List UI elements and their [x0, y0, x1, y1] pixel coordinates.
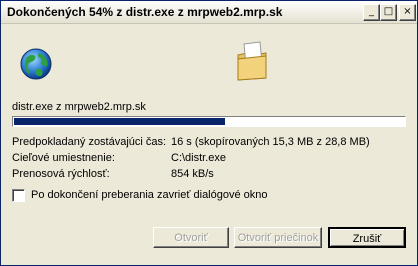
close-window-button[interactable]: × [399, 4, 416, 21]
transfer-rate-label: Prenosová rýchlosť: [12, 168, 110, 180]
cancel-button[interactable]: Zrušiť [328, 227, 406, 248]
transfer-rate-value: 854 kB/s [171, 168, 214, 180]
close-on-finish-checkbox[interactable] [12, 189, 25, 202]
destination-label: Cieľové umiestnenie: [12, 152, 115, 164]
open-folder-button[interactable]: Otvoriť priečinok [234, 227, 322, 248]
minimize-icon: _ [369, 6, 374, 17]
download-progress-bar [12, 116, 406, 127]
download-animation [19, 41, 269, 85]
download-source: distr.exe z mrpweb2.mrp.sk [12, 101, 146, 113]
time-remaining-label: Predpokladaný zostávajúci čas: [12, 136, 167, 148]
maximize-button[interactable]: □ [380, 4, 397, 21]
folder-icon [237, 41, 267, 81]
time-remaining-value: 16 s (skopírovaných 15,3 MB z 28,8 MB) [171, 136, 370, 148]
download-dialog: Dokončených 54% z distr.exe z mrpweb2.mr… [0, 0, 418, 266]
close-icon: × [403, 6, 412, 17]
close-on-finish-label[interactable]: Po dokončení preberania zavrieť dialógov… [31, 189, 268, 201]
open-button[interactable]: Otvoriť [153, 227, 229, 248]
progress-fill [14, 118, 225, 125]
minimize-button[interactable]: _ [363, 4, 380, 21]
globe-icon [20, 48, 52, 80]
window-title: Dokončených 54% z distr.exe z mrpweb2.mr… [7, 5, 283, 19]
title-bar[interactable]: Dokončených 54% z distr.exe z mrpweb2.mr… [1, 1, 417, 24]
destination-value: C:\distr.exe [171, 152, 227, 164]
maximize-icon: □ [383, 6, 394, 17]
